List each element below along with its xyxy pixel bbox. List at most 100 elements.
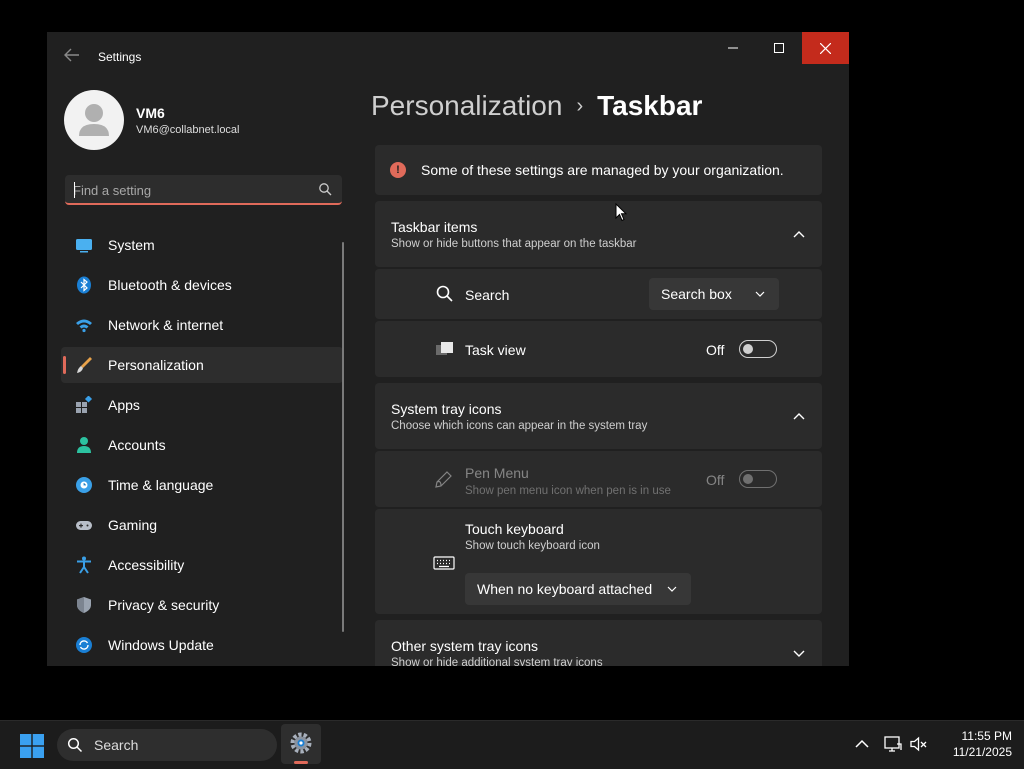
section-subtitle: Show or hide buttons that appear on the …: [391, 238, 637, 250]
settings-window: Settings VM6 VM6@collabnet.local System: [47, 32, 849, 666]
sidebar-item-label: Time & language: [108, 477, 214, 493]
close-icon[interactable]: [802, 32, 849, 64]
taskbar-settings-app[interactable]: [281, 724, 321, 764]
pen-icon: [435, 471, 452, 488]
page-title: Taskbar: [597, 90, 703, 121]
breadcrumb: Personalization › Taskbar: [371, 90, 702, 122]
sidebar-item-time-language[interactable]: Time & language: [61, 467, 343, 503]
other-tray-icons-header[interactable]: Other system tray icons Show or hide add…: [375, 620, 822, 666]
pen-menu-sub: Show pen menu icon when pen is in use: [465, 485, 671, 497]
bluetooth-icon: [77, 276, 91, 294]
brush-icon: [77, 357, 92, 373]
system-icon: [76, 239, 92, 253]
section-title: Taskbar items: [391, 219, 478, 235]
apps-icon: [76, 396, 93, 413]
task-view-icon: [436, 342, 453, 355]
toggle-state-text: Off: [706, 342, 725, 358]
sidebar-item-network[interactable]: Network & internet: [61, 307, 343, 343]
gamepad-icon: [76, 521, 92, 530]
sidebar-item-accounts[interactable]: Accounts: [61, 427, 343, 463]
task-view-row: Task view Off: [375, 321, 822, 377]
sidebar-item-apps[interactable]: Apps: [61, 387, 343, 423]
dropdown-value: Search box: [661, 286, 732, 302]
toggle-state-text: Off: [706, 472, 725, 488]
sidebar-item-label: Network & internet: [108, 317, 224, 333]
accounts-icon: [77, 437, 91, 453]
sidebar-item-label: Bluetooth & devices: [108, 277, 232, 293]
settings-search-box[interactable]: [65, 175, 342, 205]
section-title: Other system tray icons: [391, 638, 539, 654]
chevron-down-icon: [755, 291, 765, 297]
sidebar-item-label: Windows Update: [108, 637, 214, 653]
sidebar-scrollbar[interactable]: [342, 242, 344, 632]
wifi-icon: [76, 319, 92, 333]
globe-clock-icon: [76, 477, 92, 493]
taskbar-clock[interactable]: 11:55 PM 11/21/2025: [934, 728, 1012, 760]
clock-time: 11:55 PM: [961, 729, 1012, 743]
touch-keyboard-row: Touch keyboard Show touch keyboard icon …: [375, 509, 822, 614]
keyboard-icon: [433, 556, 455, 570]
taskbar-search-box[interactable]: Search: [57, 729, 277, 761]
sidebar-item-label: Apps: [108, 397, 140, 413]
dropdown-value: When no keyboard attached: [477, 581, 653, 597]
accessibility-icon: [77, 556, 91, 574]
sidebar-item-label: System: [108, 237, 155, 253]
sidebar-item-label: Accessibility: [108, 557, 185, 573]
taskbar-items-header[interactable]: Taskbar items Show or hide buttons that …: [375, 201, 822, 267]
touch-keyboard-sub: Show touch keyboard icon: [465, 540, 600, 552]
chevron-up-icon: [793, 231, 805, 238]
search-icon: [436, 285, 453, 302]
pen-menu-label: Pen Menu: [465, 465, 529, 481]
sidebar-item-bluetooth[interactable]: Bluetooth & devices: [61, 267, 343, 303]
text-caret: [74, 182, 75, 198]
update-icon: [76, 637, 92, 653]
search-icon: [67, 737, 83, 753]
active-app-indicator: [294, 761, 308, 764]
taskbar-search-label: Search: [94, 737, 139, 753]
chevron-up-icon[interactable]: [852, 734, 872, 754]
sidebar-item-windows-update[interactable]: Windows Update: [61, 627, 343, 663]
breadcrumb-separator: ›: [576, 94, 584, 117]
display-icon[interactable]: [883, 734, 903, 754]
info-alert-icon: !: [390, 162, 406, 178]
search-mode-dropdown[interactable]: Search box: [649, 278, 779, 310]
sidebar-item-label: Gaming: [108, 517, 158, 533]
search-setting-label: Search: [465, 287, 510, 303]
user-email: VM6@collabnet.local: [136, 124, 240, 136]
task-view-toggle[interactable]: [739, 340, 777, 358]
sidebar-nav: System Bluetooth & devices Network & int…: [61, 227, 343, 666]
search-icon: [319, 183, 332, 196]
section-title: System tray icons: [391, 401, 502, 417]
sidebar-item-system[interactable]: System: [61, 227, 343, 263]
user-name: VM6: [136, 105, 165, 121]
chevron-down-icon: [667, 586, 677, 592]
avatar[interactable]: [64, 90, 124, 150]
system-tray-icons-header[interactable]: System tray icons Choose which icons can…: [375, 383, 822, 449]
maximize-icon[interactable]: [756, 32, 802, 64]
app-title: Settings: [98, 50, 142, 64]
sidebar-item-gaming[interactable]: Gaming: [61, 507, 343, 543]
touch-keyboard-dropdown[interactable]: When no keyboard attached: [465, 573, 691, 605]
sidebar-item-personalization[interactable]: Personalization: [61, 347, 343, 383]
search-setting-row: Search Search box: [375, 269, 822, 319]
task-view-label: Task view: [465, 342, 526, 358]
title-bar: Settings: [47, 32, 849, 82]
sidebar-item-accessibility[interactable]: Accessibility: [61, 547, 343, 583]
pen-menu-toggle[interactable]: [739, 470, 777, 488]
clock-date: 11/21/2025: [952, 745, 1012, 759]
toggle-knob: [743, 343, 753, 354]
windows-start-icon[interactable]: [20, 734, 44, 758]
mouse-cursor-icon: [615, 203, 627, 222]
minimize-icon[interactable]: [710, 32, 756, 64]
os-taskbar: Search 11:55 PM 11/21/2025: [0, 720, 1024, 769]
back-arrow-icon[interactable]: [61, 48, 83, 68]
shield-icon: [77, 597, 91, 613]
sidebar-item-label: Personalization: [108, 357, 204, 373]
search-input[interactable]: [73, 181, 303, 199]
chevron-down-icon: [793, 650, 805, 657]
section-subtitle: Choose which icons can appear in the sys…: [391, 420, 648, 432]
section-subtitle: Show or hide additional system tray icon…: [391, 657, 603, 666]
breadcrumb-parent[interactable]: Personalization: [371, 90, 562, 122]
sidebar-item-privacy-security[interactable]: Privacy & security: [61, 587, 343, 623]
speaker-muted-icon[interactable]: [909, 734, 929, 754]
